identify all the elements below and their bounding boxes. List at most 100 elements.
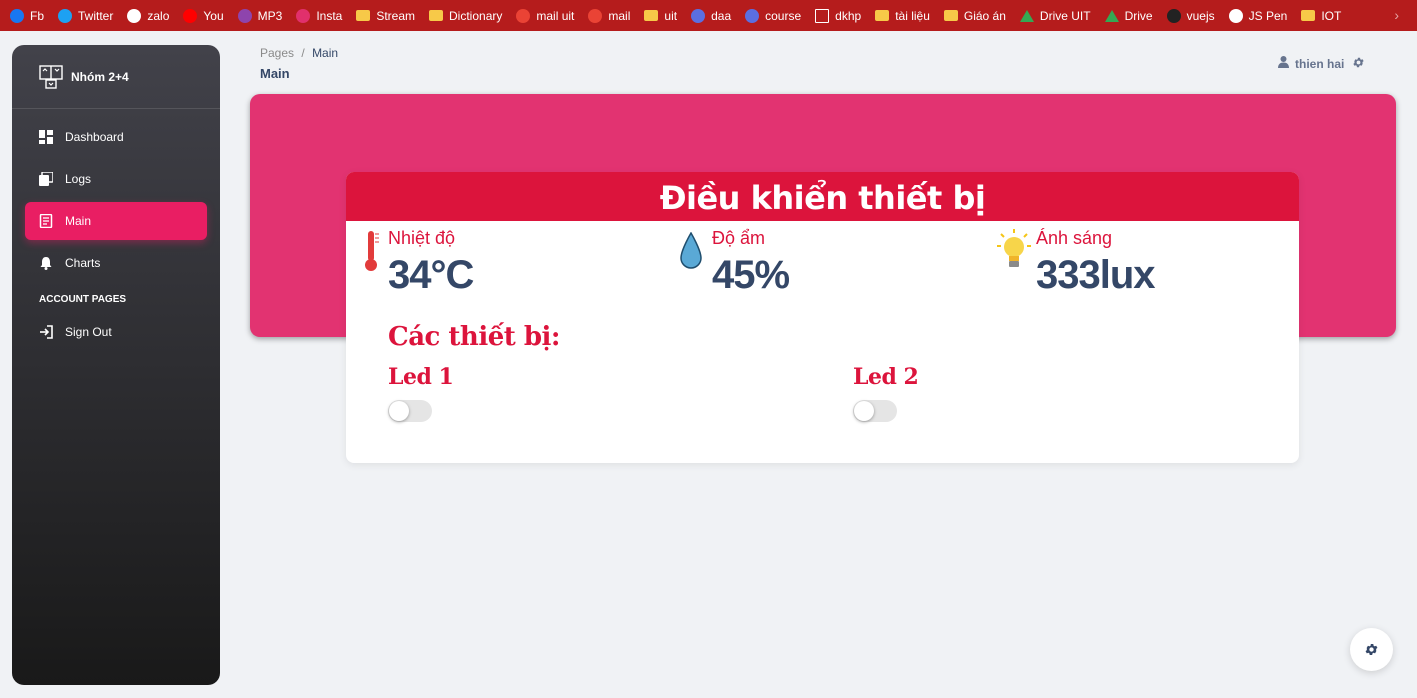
zalo-icon [127,8,142,23]
bookmark-insta[interactable]: Insta [296,8,343,23]
logs-icon [39,172,53,186]
twitter-icon [58,8,73,23]
section-title-account: ACCOUNT PAGES [39,294,127,305]
bookmark-js-pen[interactable]: JS Pen [1228,8,1287,23]
sidebar-item-label: Sign Out [65,325,112,339]
bookmark-label: IOT [1321,8,1342,23]
device-control-card: Điều khiển thiết bị Nhiệt độ 34°C Độ ẩm … [346,172,1299,463]
bookmark-gi-o-n[interactable]: Giáo án [943,8,1006,23]
bookmark-label: uit [664,8,678,23]
user-icon [1278,56,1289,71]
sidebar-item-charts[interactable]: Charts [25,244,207,282]
led-1-toggle[interactable] [388,400,432,422]
bookmark-fb[interactable]: Fb [10,8,44,23]
gmail-icon [516,8,531,23]
metric-light: Ánh sáng 333lux [1036,228,1156,298]
chevron-right-icon[interactable]: › [1394,7,1399,23]
folder-icon [875,10,890,21]
device-label: Led 1 [388,364,454,390]
brand-logo-icon [39,64,63,89]
bookmark-label: mail [608,8,631,23]
page-title: Main [260,66,290,81]
bookmark-label: Stream [376,8,416,23]
light-bulb-icon [997,229,1031,267]
youtube-icon [183,8,198,23]
bookmark-drive[interactable]: Drive [1104,8,1153,23]
sidebar-item-dashboard[interactable]: Dashboard [25,118,207,156]
user-name: thien hai [1295,56,1345,71]
gear-icon [1365,644,1378,655]
bookmark-label: Drive [1124,8,1153,23]
sidebar-item-label: Charts [65,256,101,270]
bookmark-label: Drive UIT [1039,8,1091,23]
mp3-icon [237,8,252,23]
bookmark-label: Insta [316,8,343,23]
drive-icon [1104,9,1119,22]
sidebar-item-main[interactable]: Main [25,202,207,240]
bookmark-drive-uit[interactable]: Drive UIT [1019,8,1091,23]
bookmark-iot[interactable]: IOT [1301,9,1341,23]
bookmark-dictionary[interactable]: Dictionary [429,9,502,23]
user-menu[interactable]: thien hai [1278,56,1344,71]
bookmark-dkhp[interactable]: dkhp [815,8,861,23]
thermometer-icon [365,231,379,271]
codepen-icon [1228,8,1243,23]
drive-icon [1019,9,1034,22]
bookmark-label: Giáo án [963,8,1006,23]
sidebar-item-label: Dashboard [65,130,124,144]
bookmark-uit[interactable]: uit [644,9,677,23]
bookmark-vuejs[interactable]: vuejs [1166,8,1215,23]
toggle-knob [389,401,409,421]
bookmark-you[interactable]: You [183,8,224,23]
toggle-knob [854,401,874,421]
bookmark-label: zalo [147,8,170,23]
folder-icon [644,10,659,21]
bookmark-label: mail uit [536,8,575,23]
sidebar-nav: Dashboard Logs Main Charts ACCOUNT PAGES [12,109,220,351]
breadcrumb-current: Main [312,46,339,60]
settings-gear-icon[interactable] [1352,56,1365,74]
bookmark-twitter[interactable]: Twitter [58,8,113,23]
bookmark-label: You [203,8,224,23]
sidebar-item-label: Main [65,214,92,228]
devices-title: Các thiết bị: [388,322,560,352]
bookmark-mail-uit[interactable]: mail uit [516,8,575,23]
floating-settings-button[interactable] [1350,628,1393,671]
bookmark-stream[interactable]: Stream [356,9,415,23]
bookmark-label: course [765,8,802,23]
breadcrumb: Pages / Main [260,46,338,60]
instagram-icon [296,8,311,23]
sidebar-item-logs[interactable]: Logs [25,160,207,198]
gmail-icon [588,8,603,23]
bookmark-zalo[interactable]: zalo [127,8,170,23]
bookmark-daa[interactable]: daa [691,8,732,23]
bookmark-label: vuejs [1186,8,1215,23]
folder-icon [1301,10,1316,21]
sidebar-item-sign-out[interactable]: Sign Out [25,313,207,351]
bookmark-label: tài liệu [895,8,930,23]
document-icon [815,8,830,23]
metric-label: Nhiệt độ [388,228,456,248]
sidebar: Nhóm 2+4 Dashboard Logs Main Charts ACCO… [12,45,220,685]
led-2-toggle[interactable] [853,400,897,422]
bookmark-mail[interactable]: mail [588,8,631,23]
facebook-icon [10,8,24,23]
bookmark-mp3[interactable]: MP3 [237,8,282,23]
bookmark-label: daa [711,8,732,23]
receipt-icon [39,214,53,228]
bookmarks-bar: Fb Twitter zalo You MP3 Insta Stream Dictionary… [0,0,1417,31]
folder-icon [356,10,371,21]
brand[interactable]: Nhóm 2+4 [12,45,220,109]
device-label: Led 2 [853,364,919,390]
metric-value: 333lux [1036,253,1156,297]
folder-icon [943,10,958,21]
metric-label: Độ ẩm [712,228,766,248]
sign-out-icon [39,325,53,339]
bookmark-t-i-li-u[interactable]: tài liệu [875,9,930,23]
brand-name: Nhóm 2+4 [71,69,129,84]
breadcrumb-root[interactable]: Pages [260,46,294,60]
folder-icon [429,10,444,21]
device-led-2: Led 2 [853,364,919,422]
bookmark-course[interactable]: course [745,8,802,23]
device-led-1: Led 1 [388,364,454,422]
